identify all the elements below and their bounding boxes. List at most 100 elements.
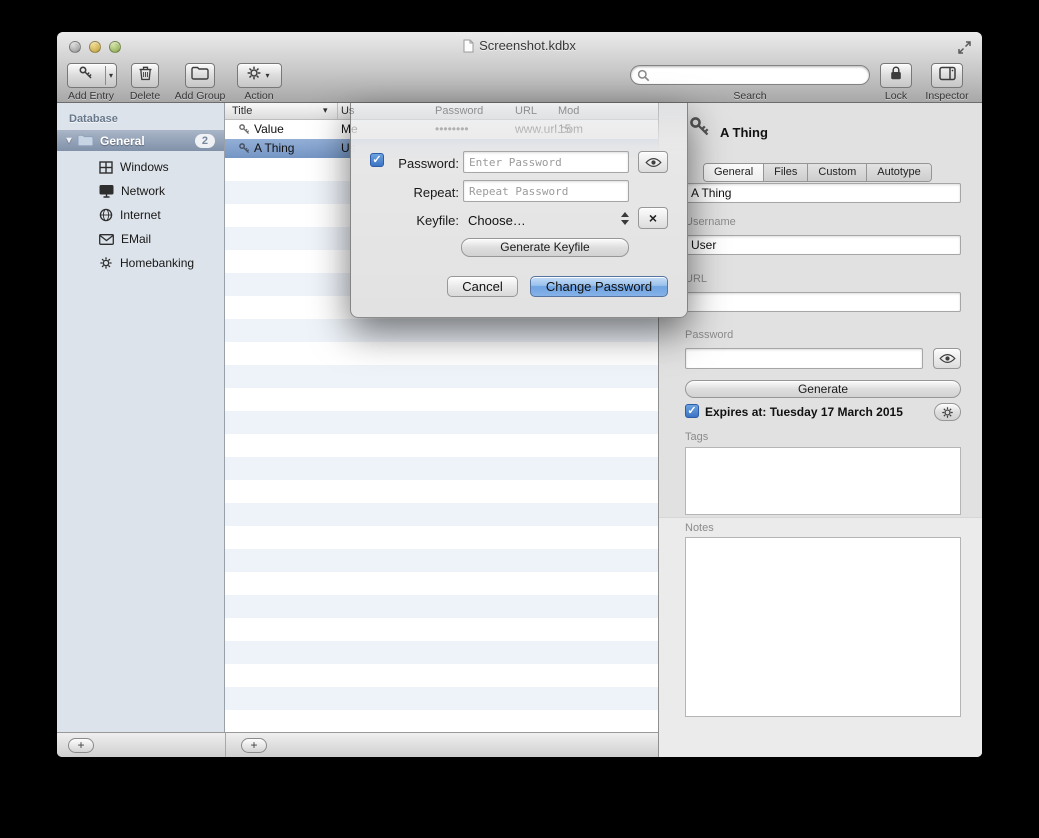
- sidebar-item-label: Internet: [120, 208, 161, 222]
- sheet-keyfile-label: Keyfile:: [385, 213, 459, 228]
- tab-general[interactable]: General: [704, 164, 764, 181]
- expires-checkbox[interactable]: ✓: [685, 404, 699, 418]
- chevron-down-icon[interactable]: ▾: [106, 71, 116, 80]
- sidebar-group-general[interactable]: ▾ General 2: [57, 130, 224, 151]
- inspector-tabs: General Files Custom Autotype: [703, 163, 932, 182]
- inspector-panel: A Thing General Files Custom Autotype Us…: [658, 103, 982, 757]
- stepper-down-icon: [621, 220, 629, 225]
- folder-icon: [191, 66, 209, 85]
- keyfile-popup[interactable]: Choose…: [468, 213, 526, 228]
- inspector-panel-icon: [939, 66, 956, 86]
- show-password-button[interactable]: [933, 348, 961, 369]
- search-label: Search: [733, 90, 766, 102]
- key-icon: [68, 65, 105, 86]
- checkmark-icon: ✓: [372, 154, 381, 166]
- close-x-icon: ×: [649, 210, 657, 226]
- bottom-bar: + +: [57, 732, 658, 757]
- group-sidebar: Database ▾ General 2 Windows Network Int…: [57, 103, 225, 732]
- document-icon: [463, 39, 474, 53]
- sidebar-item-windows[interactable]: Windows: [57, 155, 224, 179]
- search-icon: [637, 69, 650, 82]
- eye-icon: [939, 353, 956, 364]
- key-icon: [238, 123, 251, 139]
- sidebar-item-homebanking[interactable]: Homebanking: [57, 251, 224, 275]
- sidebar-item-email[interactable]: EMail: [57, 227, 224, 251]
- entry-count-badge: 2: [195, 134, 215, 148]
- password-field[interactable]: [685, 348, 923, 369]
- add-group-button[interactable]: [185, 63, 215, 88]
- inspector-button[interactable]: [931, 63, 963, 88]
- clear-keyfile-button[interactable]: ×: [638, 207, 668, 229]
- url-field[interactable]: [685, 292, 961, 312]
- sidebar-item-label: Homebanking: [120, 256, 194, 270]
- sidebar-item-internet[interactable]: Internet: [57, 203, 224, 227]
- add-group-label: Add Group: [175, 90, 226, 102]
- action-label: Action: [244, 90, 273, 102]
- sidebar-section-header: Database: [69, 113, 118, 125]
- url-label: URL: [685, 273, 707, 285]
- keyfile-stepper[interactable]: [621, 212, 629, 225]
- gear-icon: [246, 65, 262, 86]
- window-title-text: Screenshot.kdbx: [479, 38, 576, 53]
- sidebar-item-label: EMail: [121, 232, 151, 246]
- sheet-password-input[interactable]: [463, 151, 629, 173]
- add-entry-plus-button[interactable]: +: [241, 738, 267, 753]
- disclosure-triangle-icon[interactable]: ▾: [61, 135, 77, 146]
- fullscreen-icon: [957, 40, 972, 55]
- action-button[interactable]: ▾: [237, 63, 282, 88]
- search-field[interactable]: [630, 65, 870, 85]
- username-field[interactable]: [685, 235, 961, 255]
- change-password-sheet: ✓ Password: Repeat: Keyfile: Choose… × G…: [350, 103, 688, 318]
- column-divider[interactable]: [337, 103, 338, 119]
- window-title: Screenshot.kdbx: [57, 38, 982, 53]
- password-enable-checkbox[interactable]: ✓: [370, 153, 384, 167]
- add-entry-button[interactable]: ▾: [67, 63, 117, 88]
- add-entry-label: Add Entry: [68, 90, 114, 102]
- monitor-icon: [99, 184, 114, 198]
- lock-button[interactable]: [880, 63, 912, 88]
- expires-label: Expires at: Tuesday 17 March 2015: [705, 405, 903, 419]
- expiry-presets-button[interactable]: [934, 403, 961, 421]
- generate-keyfile-button[interactable]: Generate Keyfile: [461, 238, 629, 257]
- generate-password-button[interactable]: Generate: [685, 380, 961, 398]
- trash-icon: [138, 65, 153, 86]
- sidebar-item-label: Windows: [120, 160, 169, 174]
- tab-autotype[interactable]: Autotype: [867, 164, 930, 181]
- pane-divider: [225, 733, 226, 757]
- column-header-title[interactable]: Title: [232, 105, 252, 117]
- app-window: Screenshot.kdbx ▾ Add Entry Delete A: [57, 32, 982, 757]
- cancel-button[interactable]: Cancel: [447, 276, 518, 297]
- delete-button[interactable]: [131, 63, 159, 88]
- sheet-repeat-input[interactable]: [463, 180, 629, 202]
- sidebar-item-network[interactable]: Network: [57, 179, 224, 203]
- fullscreen-button[interactable]: [957, 40, 972, 60]
- title-field[interactable]: [685, 183, 961, 203]
- add-group-plus-button[interactable]: +: [68, 738, 94, 753]
- group-label: General: [100, 134, 145, 148]
- change-password-button[interactable]: Change Password: [530, 276, 668, 297]
- sidebar-items: Windows Network Internet EMail Homebanki…: [57, 155, 224, 275]
- checkmark-icon: ✓: [687, 405, 696, 417]
- inspector-entry-title: A Thing: [720, 125, 768, 140]
- tags-field[interactable]: [685, 447, 961, 515]
- sort-indicator-icon[interactable]: ▾: [323, 105, 328, 116]
- tab-files[interactable]: Files: [764, 164, 808, 181]
- delete-label: Delete: [130, 90, 160, 102]
- window-panes-icon: [99, 161, 113, 174]
- window-chrome: Screenshot.kdbx ▾ Add Entry Delete A: [57, 32, 982, 103]
- chevron-down-icon: ▾: [262, 71, 272, 80]
- password-label: Password: [685, 329, 733, 341]
- tab-custom[interactable]: Custom: [808, 164, 867, 181]
- sheet-password-label: Password:: [385, 156, 459, 171]
- lock-icon: [889, 65, 903, 86]
- sheet-repeat-label: Repeat:: [385, 185, 459, 200]
- globe-icon: [99, 208, 113, 222]
- inspector-label: Inspector: [925, 90, 968, 102]
- stepper-up-icon: [621, 212, 629, 217]
- folder-icon: [77, 134, 94, 147]
- notes-field[interactable]: [685, 537, 961, 717]
- lock-label: Lock: [885, 90, 907, 102]
- sheet-show-password-button[interactable]: [638, 151, 668, 173]
- search-input[interactable]: [650, 67, 869, 83]
- notes-label: Notes: [685, 522, 714, 534]
